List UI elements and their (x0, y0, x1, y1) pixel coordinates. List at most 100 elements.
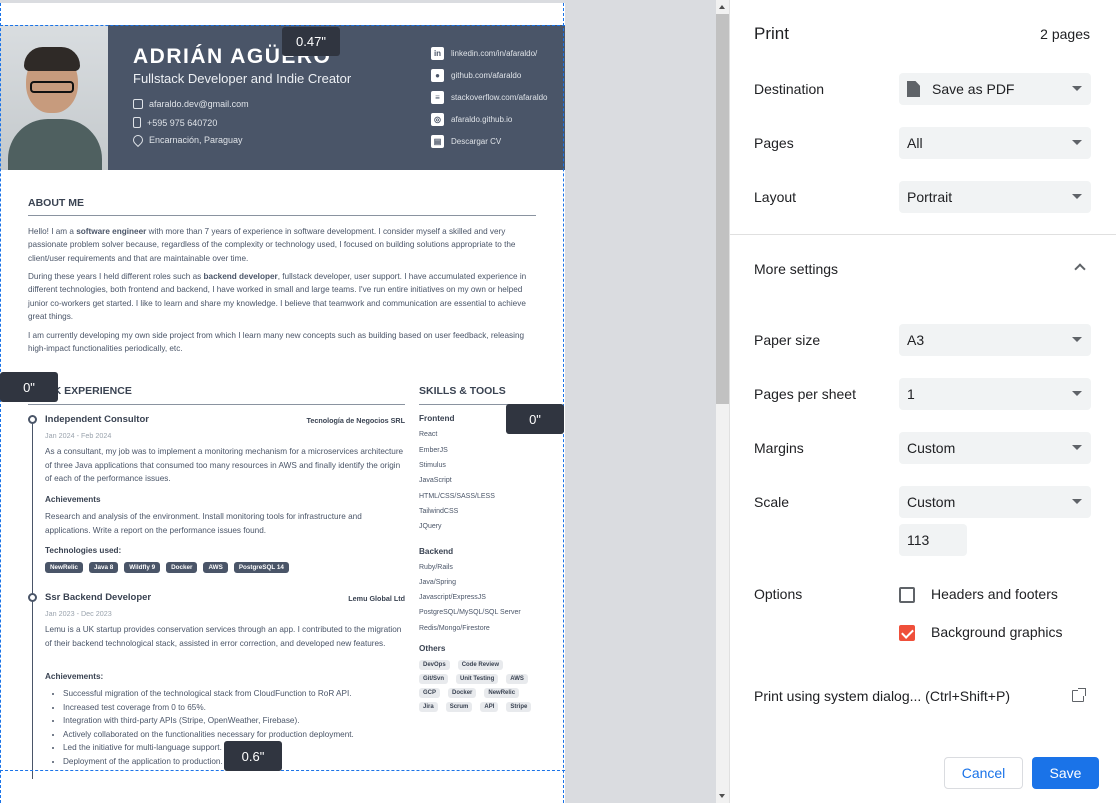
top-margin-guide[interactable] (0, 25, 565, 26)
skill-tag: Docker (448, 688, 477, 698)
destination-label: Destination (754, 81, 825, 97)
skill-tag: Unit Testing (456, 674, 499, 684)
skill-item: TailwindCSS (419, 508, 459, 515)
chevron-up-icon[interactable] (1074, 263, 1086, 275)
save-button[interactable]: Save (1032, 757, 1099, 789)
paper-size-select[interactable]: A3 (899, 324, 1091, 356)
skill-tag: DevOps (419, 660, 450, 670)
pages-per-sheet-label: Pages per sheet (754, 386, 856, 402)
tech-tag: NewRelic (45, 562, 83, 573)
divider (730, 234, 1116, 235)
scroll-up-arrow[interactable] (719, 5, 725, 9)
tech-tag: PostgreSQL 14 (233, 562, 289, 573)
pages-select[interactable]: All (899, 127, 1091, 159)
print-settings-panel: Print 2 pages Destination Save as PDF Pa… (729, 0, 1116, 803)
pages-per-sheet-select[interactable]: 1 (899, 378, 1091, 410)
scale-select[interactable]: Custom (899, 486, 1091, 518)
preview-page: ADRIÁN AGÜERO Fullstack Developer and In… (0, 3, 565, 803)
scale-label: Scale (754, 494, 790, 510)
bottom-margin-guide[interactable] (0, 770, 565, 771)
headers-footers-checkbox[interactable] (899, 587, 915, 603)
linkedin-icon: in (431, 47, 444, 60)
background-graphics-checkbox[interactable] (899, 625, 915, 641)
print-preview-window: ADRIÁN AGÜERO Fullstack Developer and In… (0, 0, 1116, 803)
headers-footers-label[interactable]: Headers and footers (931, 586, 1058, 602)
list-item: Integration with third-party APIs (Strip… (63, 714, 354, 728)
more-settings-toggle[interactable]: More settings (754, 261, 838, 277)
exp2-achievements-title: Achievements: (45, 672, 104, 681)
location-icon (130, 132, 146, 148)
skills-others-title: Others (419, 644, 446, 653)
skills-title: SKILLS & TOOLS (419, 385, 506, 397)
exp2-achievements-list: Successful migration of the technologica… (63, 687, 354, 768)
skill-item: HTML/CSS/SASS/LESS (419, 493, 495, 500)
page-count: 2 pages (1040, 26, 1090, 42)
skill-tag: NewRelic (484, 688, 520, 698)
exp1-achievements-text: Research and analysis of the environment… (45, 512, 362, 535)
system-dialog-link[interactable]: Print using system dialog... (Ctrl+Shift… (754, 688, 1010, 704)
dropdown-arrow-icon (1072, 499, 1082, 504)
dropdown-arrow-icon (1072, 391, 1082, 396)
document-icon (907, 81, 920, 97)
destination-select[interactable]: Save as PDF (899, 73, 1091, 105)
github-icon: ● (431, 69, 444, 82)
contact-email: afaraldo.dev@gmail.com (133, 99, 249, 109)
exp1-tech-title: Technologies used: (45, 546, 122, 555)
dropdown-arrow-icon (1072, 194, 1082, 199)
contact-location: Encarnación, Paraguay (130, 132, 243, 148)
background-graphics-label[interactable]: Background graphics (931, 624, 1063, 640)
exp1-achievements-title: Achievements (45, 495, 101, 504)
dropdown-arrow-icon (1072, 140, 1082, 145)
margins-label: Margins (754, 440, 804, 456)
skill-item: Javascript/ExpressJS (419, 594, 486, 601)
right-margin-guide[interactable] (563, 3, 564, 803)
exp1-title: Independent Consultor (45, 414, 149, 425)
skill-item: JQuery (419, 523, 442, 530)
skill-item: Ruby/Rails (419, 564, 453, 571)
scale-input[interactable]: 113 (899, 524, 967, 556)
skill-item: JavaScript (419, 477, 452, 484)
exp2-description: Lemu is a UK startup provides conservati… (45, 625, 402, 648)
preview-area: ADRIÁN AGÜERO Fullstack Developer and In… (0, 0, 716, 803)
left-margin-guide[interactable] (0, 3, 1, 803)
about-paragraph-3: I am currently developing my own side pr… (28, 331, 525, 354)
scrollbar-thumb[interactable] (716, 14, 729, 404)
exp1-description: As a consultant, my job was to implement… (45, 447, 404, 483)
link-download-cv: ▤ Descargar CV (431, 135, 501, 148)
skill-item: PostgreSQL/MySQL/SQL Server (419, 609, 521, 616)
right-margin-badge: 0" (506, 404, 564, 434)
dropdown-arrow-icon (1072, 445, 1082, 450)
about-rule (28, 215, 536, 216)
timeline-dot (28, 593, 37, 602)
link-website: ◎ afaraldo.github.io (431, 113, 512, 126)
skill-item: React (419, 431, 438, 438)
about-paragraph-1: Hello! I am a software engineer with mor… (28, 227, 516, 263)
exp2-date: Jan 2023 - Dec 2023 (45, 609, 112, 618)
list-item: Led the initiative for multi-language su… (63, 741, 354, 755)
pages-label: Pages (754, 135, 794, 151)
exp1-company: Tecnología de Negocios SRL (306, 416, 405, 425)
skill-item: EmberJS (419, 447, 448, 454)
exp2-company: Lemu Global Ltd (348, 594, 405, 603)
cancel-button[interactable]: Cancel (944, 757, 1023, 789)
preview-scrollbar[interactable] (716, 0, 729, 803)
skill-item: Stimulus (419, 462, 446, 469)
dropdown-arrow-icon (1072, 337, 1082, 342)
skill-tag: GCP (419, 688, 441, 698)
tech-tag: AWS (203, 562, 228, 573)
options-label: Options (754, 586, 803, 602)
margins-select[interactable]: Custom (899, 432, 1091, 464)
pdf-icon: ▤ (431, 135, 444, 148)
scroll-down-arrow[interactable] (719, 794, 725, 798)
about-title: ABOUT ME (28, 197, 84, 209)
open-external-icon[interactable] (1072, 688, 1086, 702)
experience-rule (28, 404, 405, 405)
skill-tag: AWS (506, 674, 528, 684)
link-github: ● github.com/afaraldo (431, 69, 521, 82)
skill-tag: Jira (419, 702, 438, 712)
skill-item: Java/Spring (419, 579, 456, 586)
skill-tag: Scrum (445, 702, 473, 712)
layout-select[interactable]: Portrait (899, 181, 1091, 213)
phone-icon (133, 117, 141, 128)
link-stackoverflow: ≡ stackoverflow.com/afaraldo (431, 91, 548, 104)
